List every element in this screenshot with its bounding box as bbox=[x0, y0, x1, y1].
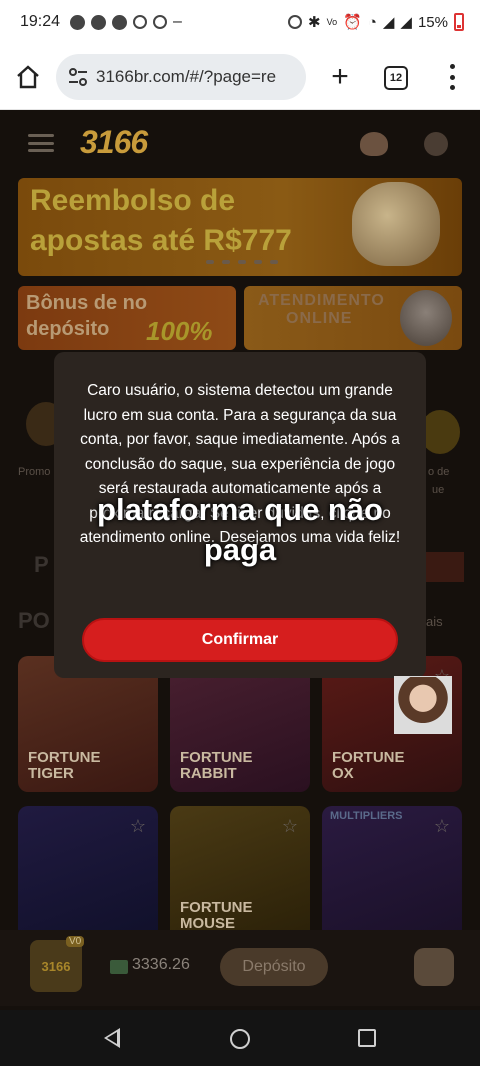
vip-level-badge: V0 bbox=[66, 936, 85, 947]
game-card-fortune-mouse[interactable]: ☆ FORTUNE MOUSE bbox=[170, 806, 310, 942]
rebate-side-label-2: ue bbox=[432, 484, 445, 496]
system-nav-bar bbox=[0, 1010, 480, 1066]
section-label-pg: P bbox=[34, 552, 49, 577]
url-text: 3166br.com/#/?page=re bbox=[96, 66, 277, 86]
plus-icon: + bbox=[331, 60, 349, 93]
status-bar: 19:24 – ✱ Vo ⏰ ◔ ◢ ◢ 15% bbox=[0, 0, 480, 44]
home-icon bbox=[17, 64, 39, 88]
alarm-icon: ⏰ bbox=[343, 14, 362, 31]
favorite-star-icon[interactable]: ☆ bbox=[280, 816, 300, 836]
site-logo: 3166 bbox=[80, 124, 148, 160]
game-name: FORTUNE TIGER bbox=[28, 749, 101, 782]
game-name: FORTUNE RABBIT bbox=[180, 749, 253, 782]
volte-icon: Vo bbox=[326, 17, 338, 27]
tab-switcher-button[interactable]: 12 bbox=[384, 66, 408, 90]
section-label-po: PO bbox=[18, 608, 50, 633]
battery-icon bbox=[454, 13, 464, 31]
site-settings-icon[interactable] bbox=[68, 67, 88, 86]
chrome-icon bbox=[133, 15, 148, 29]
chat-icon bbox=[112, 14, 128, 30]
bottom-logo[interactable]: 3166 bbox=[30, 940, 82, 992]
hamburger-menu-icon[interactable] bbox=[28, 134, 54, 152]
menu-dot bbox=[449, 64, 455, 69]
bonus-percent: 100% bbox=[146, 316, 213, 346]
bottom-bar: 3166 V0 3336.26 Depósito bbox=[0, 930, 480, 1006]
site-header: 3166 bbox=[0, 110, 480, 176]
wallet-icon[interactable] bbox=[414, 948, 454, 986]
game-tag: MULTIPLIERS bbox=[330, 810, 403, 822]
system-indicators: ✱ Vo ⏰ ◔ ◢ ◢ 15% bbox=[288, 13, 464, 31]
support-card[interactable]: ATENDIMENTO ONLINE bbox=[244, 286, 462, 350]
support-line-1: ATENDIMENTO bbox=[258, 292, 385, 309]
minus-icon: – bbox=[173, 13, 182, 30]
favorite-star-icon[interactable]: ☆ bbox=[128, 816, 148, 836]
bluetooth-icon: ✱ bbox=[308, 14, 321, 31]
bonus-card[interactable]: Bônus de no depósito 100% bbox=[18, 286, 236, 350]
menu-dot bbox=[449, 74, 455, 80]
overlay-caption: plataforma que não paga bbox=[97, 492, 383, 567]
browser-menu-button[interactable] bbox=[444, 62, 460, 92]
favorite-star-icon[interactable]: ☆ bbox=[432, 816, 452, 836]
home-circle-icon[interactable] bbox=[230, 1029, 250, 1049]
carousel-dots bbox=[206, 260, 278, 264]
browser-toolbar: 3166br.com/#/?page=re + 12 bbox=[0, 44, 480, 110]
game-card-fortune-snake[interactable]: ☆ bbox=[18, 806, 158, 942]
floating-support-avatar[interactable] bbox=[394, 676, 452, 734]
banner-line-2: apostas até R$777 bbox=[30, 224, 292, 257]
coin-bag-icon bbox=[352, 182, 440, 266]
balance-value: 3336.26 bbox=[132, 956, 190, 973]
status-time: 19:24 bbox=[20, 13, 61, 30]
back-icon[interactable] bbox=[104, 1028, 120, 1048]
recent-apps-icon[interactable] bbox=[358, 1029, 376, 1047]
user-avatar-icon[interactable] bbox=[424, 132, 448, 156]
bonus-line-1: Bônus de no bbox=[26, 292, 148, 314]
notification-icons: – bbox=[70, 13, 182, 31]
banner-line-1: Reembolso de bbox=[30, 184, 236, 217]
game-name: FORTUNE MOUSE bbox=[180, 899, 253, 932]
support-agent-icon bbox=[400, 290, 452, 346]
wifi-icon: ◔ bbox=[367, 13, 377, 31]
signal-icon: ◢ bbox=[382, 14, 395, 31]
game-card-fortune-dragon[interactable]: MULTIPLIERS ☆ bbox=[322, 806, 462, 942]
bonus-line-2: depósito bbox=[26, 318, 110, 340]
signal-icon: ◢ bbox=[400, 14, 412, 31]
snapchat-icon bbox=[91, 14, 107, 30]
game-name: FORTUNE OX bbox=[332, 749, 405, 782]
chrome-icon bbox=[153, 15, 168, 29]
support-line-2: ONLINE bbox=[286, 310, 353, 327]
battery-percent: 15% bbox=[417, 13, 448, 31]
see-all-link[interactable]: ais bbox=[426, 614, 443, 629]
money-icon bbox=[110, 960, 128, 974]
home-button[interactable] bbox=[0, 44, 56, 110]
sync-icon bbox=[288, 15, 303, 29]
rebate-side-icon[interactable] bbox=[420, 410, 460, 454]
deposit-button[interactable]: Depósito bbox=[220, 948, 328, 986]
promo-side-label: Promo bbox=[18, 466, 51, 478]
snapchat-icon bbox=[70, 14, 86, 30]
menu-dot bbox=[449, 85, 455, 90]
confirm-button[interactable]: Confirmar bbox=[82, 618, 398, 662]
rebate-side-label-1: o de bbox=[428, 466, 450, 478]
address-bar[interactable]: 3166br.com/#/?page=re bbox=[56, 53, 306, 100]
promo-icon[interactable] bbox=[360, 132, 388, 156]
new-tab-button[interactable]: + bbox=[322, 56, 358, 98]
